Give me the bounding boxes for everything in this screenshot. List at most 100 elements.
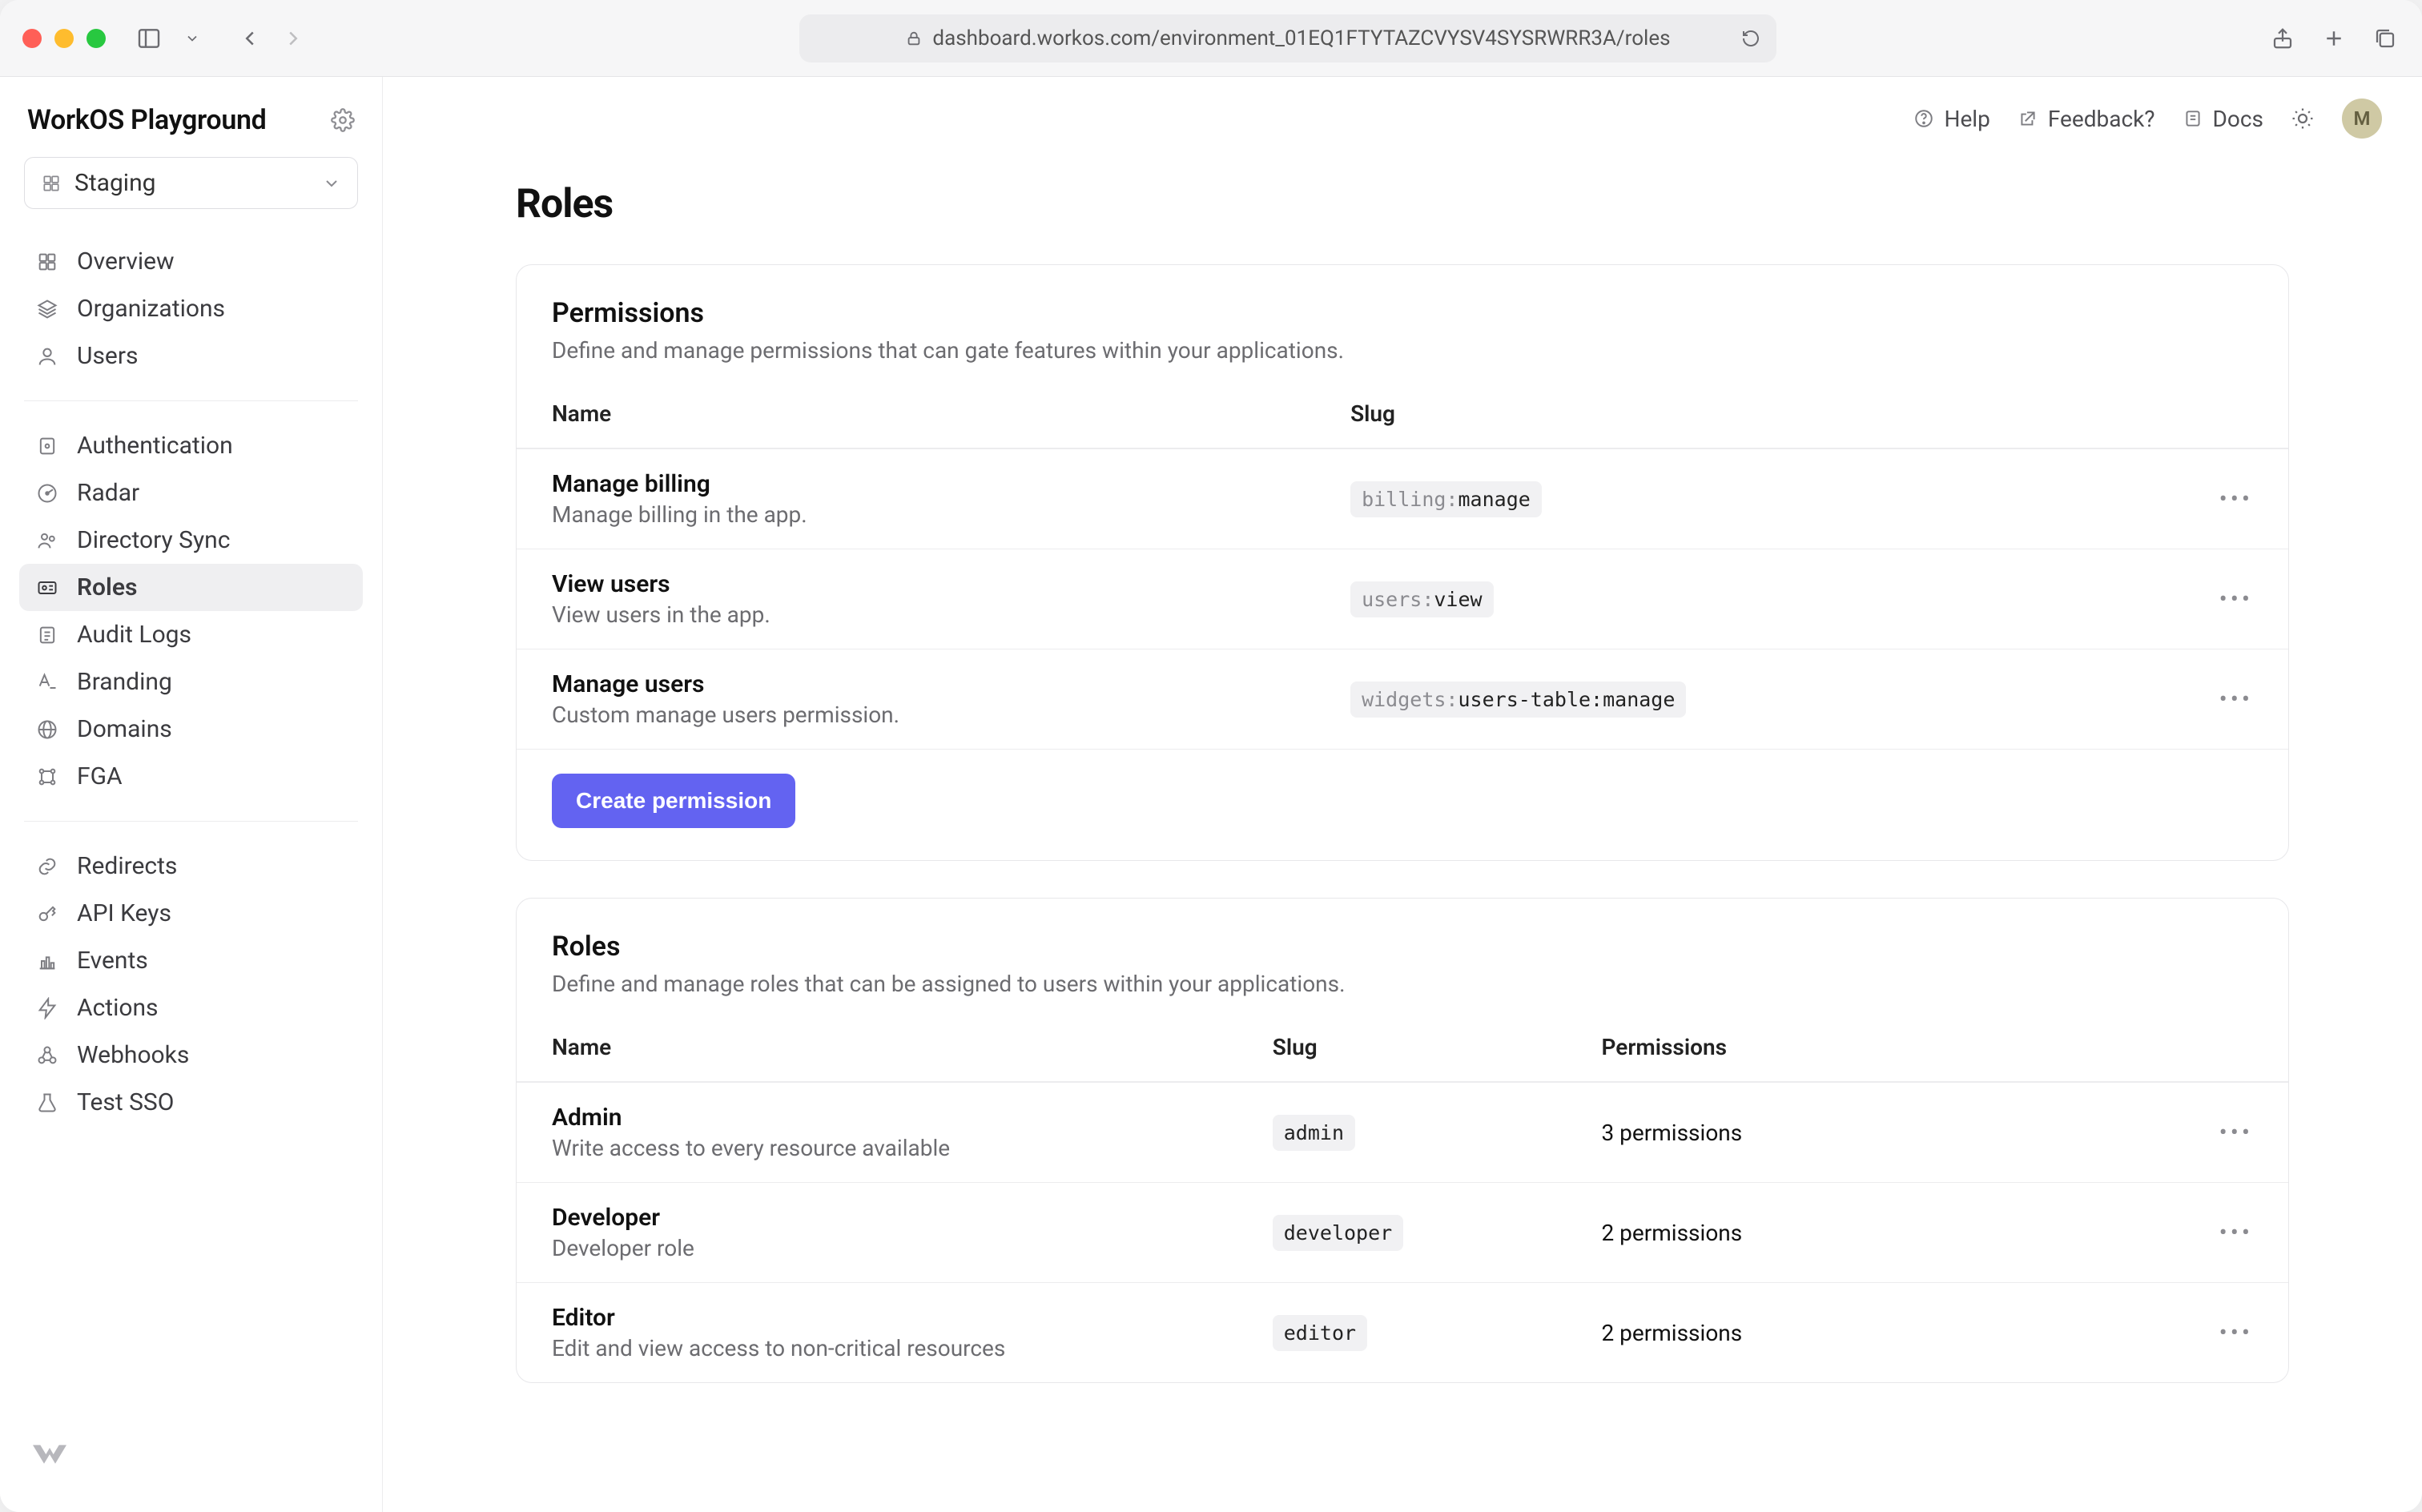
role-desc: Edit and view access to non-critical res… (552, 1335, 1273, 1361)
sidebar-item-actions[interactable]: Actions (19, 984, 363, 1031)
theme-toggle[interactable] (2291, 107, 2315, 131)
sidebar-item-radar[interactable]: Radar (19, 469, 363, 517)
address-bar[interactable]: dashboard.workos.com/environment_01EQ1FT… (799, 14, 1776, 62)
sidebar-item-label: Events (77, 947, 148, 975)
sidebar-item-roles[interactable]: Roles (19, 564, 363, 611)
permission-slug: users:view (1350, 581, 1494, 617)
sidebar-item-redirects[interactable]: Redirects (19, 842, 363, 890)
role-permissions-count: 3 permissions (1602, 1120, 2189, 1146)
sidebar-item-label: Directory Sync (77, 526, 230, 554)
permission-name: Manage billing (552, 470, 1350, 498)
environment-icon (41, 173, 62, 194)
sidebar-item-label: Users (77, 342, 139, 370)
sidebar-item-overview[interactable]: Overview (19, 238, 363, 285)
close-window[interactable] (22, 29, 42, 48)
permission-row: Manage usersCustom manage users permissi… (517, 649, 2288, 749)
sidebar-item-domains[interactable]: Domains (19, 706, 363, 753)
sidebar-item-label: Domains (77, 715, 172, 743)
sidebar-item-events[interactable]: Events (19, 937, 363, 984)
create-permission-button[interactable]: Create permission (552, 774, 795, 828)
branding-icon (34, 669, 61, 696)
docs-icon (2183, 108, 2203, 129)
key-icon (34, 900, 61, 927)
reload-icon[interactable] (1741, 29, 1760, 48)
link-icon (34, 853, 61, 880)
permissions-table-head: Name Slug (517, 388, 2288, 448)
sidebar-item-api-keys[interactable]: API Keys (19, 890, 363, 937)
globe-icon (34, 716, 61, 743)
row-menu-button[interactable]: ••• (2189, 686, 2253, 714)
roles-title: Roles (552, 931, 2253, 963)
role-name: Developer (552, 1204, 1273, 1232)
maximize-window[interactable] (86, 29, 106, 48)
row-menu-button[interactable]: ••• (2189, 585, 2253, 613)
col-permissions: Permissions (1602, 1034, 2189, 1060)
stack-icon (34, 296, 61, 323)
role-row: AdminWrite access to every resource avai… (517, 1082, 2288, 1182)
docs-link[interactable]: Docs (2183, 106, 2263, 132)
sidebar-item-test-sso[interactable]: Test SSO (19, 1079, 363, 1126)
role-row: Developer Developer roledeveloper 2 permis… (517, 1182, 2288, 1282)
forward-button[interactable] (279, 24, 308, 53)
radar-icon (34, 480, 61, 507)
permissions-title: Permissions (552, 297, 2253, 329)
feedback-link[interactable]: Feedback? (2018, 106, 2155, 132)
lock-icon (905, 30, 923, 47)
feedback-icon (2018, 108, 2038, 129)
permission-desc: Custom manage users permission. (552, 702, 1350, 728)
environment-selector[interactable]: Staging (24, 157, 358, 209)
app-title: WorkOS Playground (27, 104, 266, 136)
shield-icon (34, 432, 61, 460)
window-controls (22, 29, 106, 48)
role-desc: Write access to every resource available (552, 1135, 1273, 1161)
environment-label: Staging (74, 169, 156, 197)
url-text: dashboard.workos.com/environment_01EQ1FT… (932, 26, 1670, 50)
permission-slug: widgets:users-table:manage (1350, 682, 1686, 718)
role-name: Editor (552, 1304, 1273, 1332)
help-link[interactable]: Help (1913, 106, 1990, 132)
minimize-window[interactable] (54, 29, 74, 48)
sidebar-item-fga[interactable]: FGA (19, 753, 363, 800)
row-menu-button[interactable]: ••• (2189, 1319, 2253, 1347)
sidebar-item-organizations[interactable]: Organizations (19, 285, 363, 332)
role-permissions-count: 2 permissions (1602, 1220, 2189, 1246)
permissions-card: Permissions Define and manage permission… (516, 264, 2289, 861)
sidebar-item-users[interactable]: Users (19, 332, 363, 380)
grid-icon (34, 248, 61, 275)
row-menu-button[interactable]: ••• (2189, 1219, 2253, 1247)
sidebar-item-label: API Keys (77, 899, 171, 927)
sidebar-item-label: Actions (77, 994, 159, 1022)
share-icon[interactable] (2268, 24, 2297, 53)
new-tab-icon[interactable] (2319, 24, 2348, 53)
permissions-subtitle: Define and manage permissions that can g… (552, 337, 2253, 364)
row-menu-button[interactable]: ••• (2189, 1119, 2253, 1147)
sidebar-toggle-icon[interactable] (135, 24, 163, 53)
role-slug: developer (1273, 1215, 1403, 1251)
settings-gear-icon[interactable] (331, 108, 355, 132)
sidebar-item-directory-sync[interactable]: Directory Sync (19, 517, 363, 564)
sidebar-item-authentication[interactable]: Authentication (19, 422, 363, 469)
chevron-down-icon[interactable] (178, 24, 207, 53)
col-name: Name (552, 1034, 1273, 1060)
role-slug: admin (1273, 1115, 1355, 1151)
tabs-icon[interactable] (2371, 24, 2400, 53)
user-avatar[interactable]: M (2342, 99, 2382, 139)
help-label: Help (1944, 106, 1990, 132)
sidebar-item-label: Authentication (77, 432, 233, 460)
sidebar-item-audit-logs[interactable]: Audit Logs (19, 611, 363, 658)
role-desc: Developer role (552, 1235, 1273, 1261)
col-slug: Slug (1273, 1034, 1602, 1060)
page-title: Roles (516, 181, 2289, 227)
avatar-initial: M (2354, 107, 2371, 130)
help-icon (1913, 108, 1934, 129)
topbar: Help Feedback? Docs M (383, 77, 2422, 160)
sidebar-item-webhooks[interactable]: Webhooks (19, 1031, 363, 1079)
sidebar-item-label: Organizations (77, 295, 225, 323)
row-menu-button[interactable]: ••• (2189, 485, 2253, 513)
sidebar-item-label: Roles (77, 573, 137, 601)
docs-label: Docs (2213, 106, 2263, 132)
test-icon (34, 1089, 61, 1116)
back-button[interactable] (235, 24, 264, 53)
sidebar-item-label: Audit Logs (77, 621, 191, 649)
sidebar-item-branding[interactable]: Branding (19, 658, 363, 706)
